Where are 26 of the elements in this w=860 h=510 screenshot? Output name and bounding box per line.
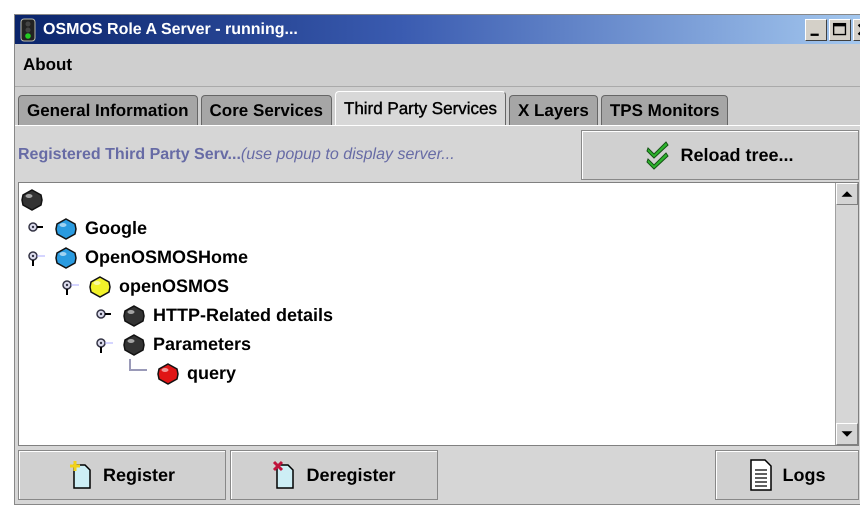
tree-caption: Registered Third Party Serv...(use popup to display server... bbox=[18, 146, 455, 164]
register-button[interactable]: Register bbox=[18, 450, 226, 500]
minimize-icon[interactable] bbox=[805, 18, 827, 40]
tab[interactable]: General Information bbox=[18, 95, 198, 125]
tree-node-label[interactable]: openOSMOS bbox=[119, 276, 230, 297]
double-check-icon bbox=[646, 140, 670, 170]
connector-line-icon bbox=[129, 359, 147, 371]
reload-tree-button[interactable]: Reload tree... bbox=[581, 130, 859, 180]
maximize-icon[interactable] bbox=[829, 18, 851, 40]
window-title: OSMOS Role A Server - running... bbox=[43, 20, 298, 38]
tab[interactable]: X Layers bbox=[508, 95, 598, 125]
tree-node-label[interactable]: Google bbox=[85, 218, 147, 239]
new-document-icon bbox=[68, 460, 93, 490]
tree-node-label[interactable]: query bbox=[187, 363, 236, 384]
tab[interactable]: Third Party Services bbox=[334, 91, 506, 125]
deregister-button[interactable]: Deregister bbox=[230, 450, 438, 500]
tab[interactable]: TPS Monitors bbox=[600, 95, 728, 125]
tab[interactable]: Core Services bbox=[200, 95, 332, 125]
tree-node-label[interactable]: OpenOSMOSHome bbox=[85, 247, 248, 268]
document-icon bbox=[748, 458, 772, 492]
delete-document-icon bbox=[272, 460, 296, 490]
menu-item[interactable]: About bbox=[23, 55, 72, 75]
logs-button[interactable]: Logs bbox=[715, 450, 859, 500]
scrollbar[interactable] bbox=[835, 183, 858, 445]
tree-node-label[interactable]: HTTP-Related details bbox=[153, 305, 334, 326]
tree-node-label[interactable]: Parameters bbox=[153, 334, 252, 355]
